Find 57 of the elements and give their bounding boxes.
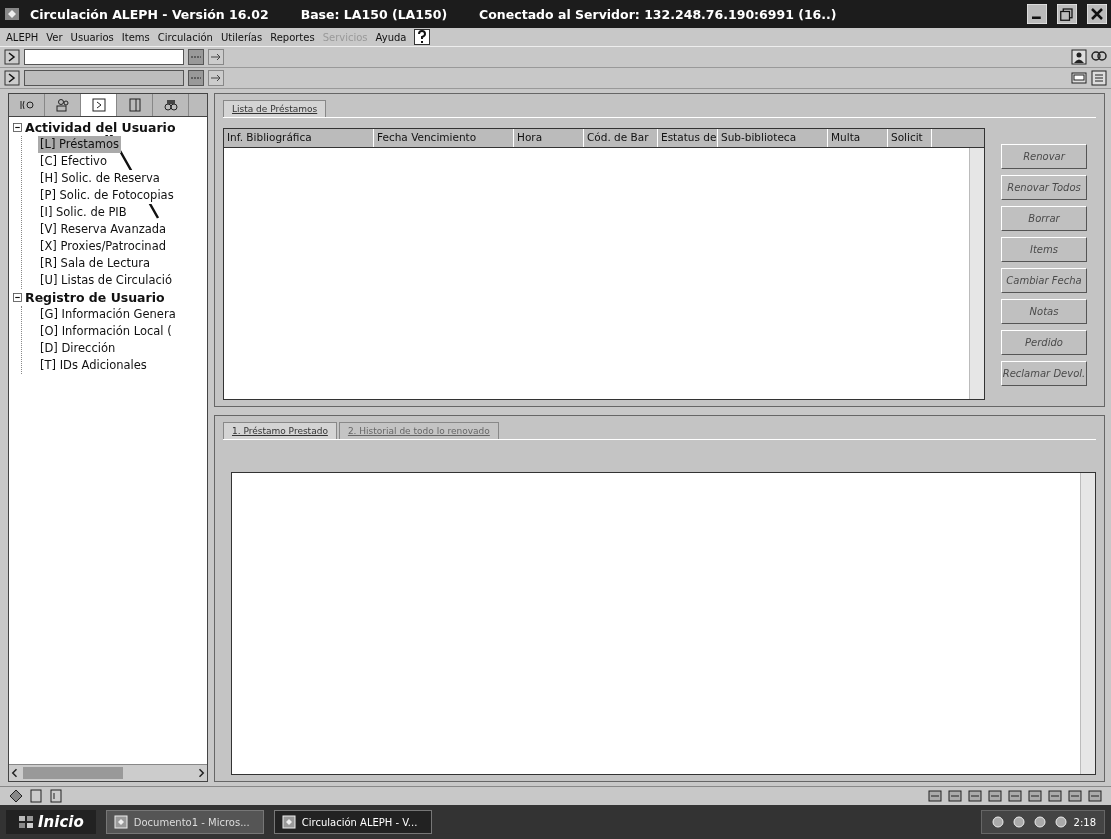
menu-item[interactable]: Items (121, 31, 150, 43)
item-icon[interactable] (4, 70, 20, 86)
clock: 2:18 (1073, 816, 1096, 828)
maximize-icon[interactable] (1057, 4, 1077, 24)
panel-tab[interactable]: 1. Préstamo Prestado (223, 422, 337, 439)
users-icon[interactable] (54, 97, 71, 113)
document-icon[interactable] (112, 814, 129, 830)
close-icon[interactable] (1087, 4, 1107, 24)
arrow-right-icon[interactable] (208, 49, 224, 65)
menu-item[interactable]: Reportes (270, 31, 315, 43)
horizontal-scrollbar[interactable] (9, 764, 207, 781)
help-icon[interactable] (414, 29, 431, 45)
column-header[interactable]: Solicit (888, 129, 932, 147)
menu-item[interactable]: Ver (46, 31, 63, 43)
tree-item[interactable]: [L] Préstamos (38, 136, 122, 153)
menu-item[interactable]: ALEPH (6, 31, 39, 43)
column-header[interactable]: Multa (828, 129, 888, 147)
menu-item[interactable]: Usuarios (70, 31, 114, 43)
arrow-right-icon[interactable] (208, 70, 224, 86)
menu-item[interactable]: Circulación (157, 31, 213, 43)
taskbar-button[interactable]: Circulación ALEPH - V... (273, 810, 432, 834)
book-icon[interactable] (126, 97, 143, 113)
monitor-icon[interactable] (1071, 70, 1087, 86)
input-field[interactable] (24, 49, 184, 65)
page-icon[interactable] (48, 788, 64, 804)
tree-group[interactable]: Registro de Usuario (25, 290, 165, 305)
column-header[interactable]: Estatus de (658, 129, 718, 147)
tree-item[interactable]: [X] Proxies/Patrocinad (38, 238, 168, 255)
portrait-icon[interactable] (1071, 49, 1087, 65)
patron-icon[interactable] (4, 49, 20, 65)
menu-item[interactable]: Ayuda (375, 31, 407, 43)
vertical-scrollbar[interactable] (969, 148, 984, 399)
windows-logo-icon[interactable] (18, 814, 34, 830)
column-header[interactable]: Inf. Bibliográfica (224, 129, 374, 147)
column-header[interactable]: Sub-biblioteca (718, 129, 828, 147)
collapse-icon[interactable] (13, 293, 22, 302)
list-icon[interactable] (1091, 70, 1107, 86)
column-header[interactable]: Cód. de Bar (584, 129, 658, 147)
ellipsis-icon[interactable] (188, 49, 204, 65)
column-header[interactable]: Fecha Vencimiento (374, 129, 514, 147)
base-label: Base: LA150 (LA150) (300, 6, 448, 22)
binoculars-icon[interactable] (162, 97, 179, 113)
sidebar-tab[interactable] (81, 94, 117, 116)
app-icon[interactable] (4, 6, 20, 22)
column-header[interactable]: Hora (514, 129, 584, 147)
ellipsis-icon[interactable] (188, 70, 204, 86)
window-title: Circulación ALEPH - Versión 16.02 (30, 6, 269, 22)
start-button[interactable]: Inicio (6, 810, 96, 834)
panel-tab[interactable]: 2. Historial de todo lo renovado (338, 422, 499, 439)
panel-tab[interactable]: Lista de Préstamos (223, 100, 327, 117)
vertical-scrollbar[interactable] (1080, 473, 1095, 774)
collapse-icon[interactable] (13, 123, 22, 132)
taskbar-button[interactable]: Documento1 - Micros... (105, 810, 264, 834)
app-icon[interactable] (280, 814, 297, 830)
server-label: Conectado al Servidor: 132.248.76.190:6991 (16..) (479, 6, 837, 22)
minimize-icon[interactable] (1027, 4, 1047, 24)
menu-item[interactable]: Utilerías (220, 31, 263, 43)
